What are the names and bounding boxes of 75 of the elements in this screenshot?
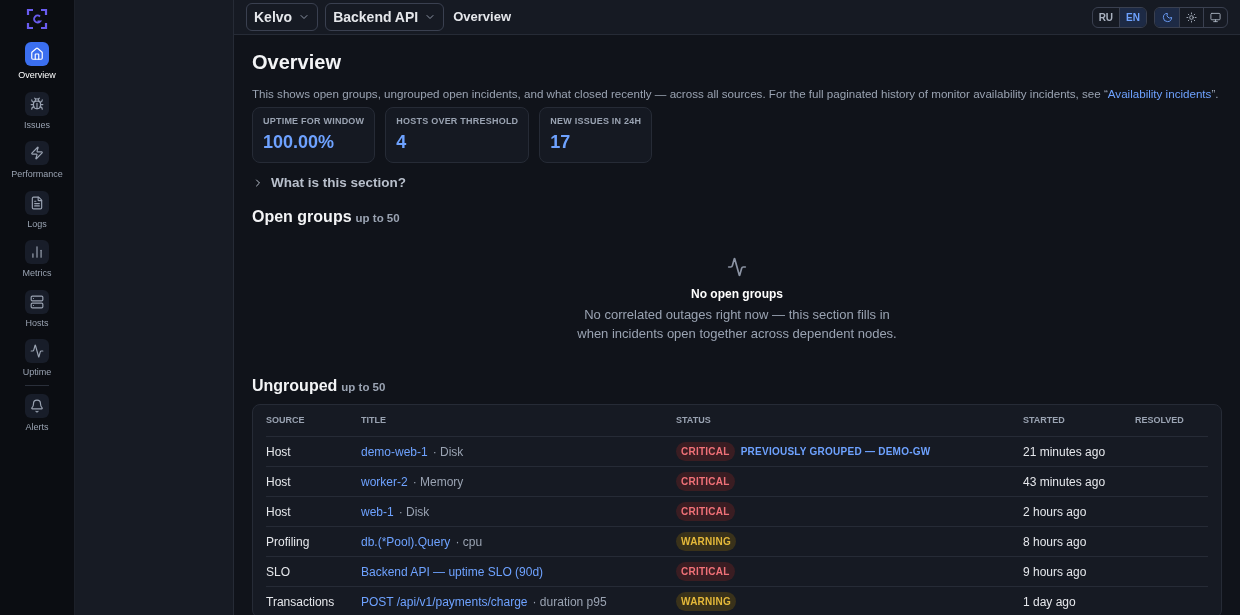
status-badge: WARNING bbox=[676, 592, 737, 612]
table-cell-text: Host bbox=[266, 473, 291, 491]
sidebar-item[interactable]: Metrics bbox=[22, 240, 52, 281]
availability-incidents-link[interactable]: Availability incidents bbox=[1107, 87, 1212, 100]
moon-icon bbox=[1161, 11, 1173, 23]
table-cell-text: Profiling bbox=[266, 533, 310, 551]
section-limit: up to 50 bbox=[341, 380, 386, 396]
section-title: Open groups bbox=[252, 207, 352, 228]
table-cell-text: 1 day ago bbox=[1023, 593, 1076, 611]
status-badge: CRITICAL bbox=[676, 502, 735, 522]
table-cell-text: Host bbox=[266, 503, 291, 521]
status-badge: WARNING bbox=[676, 532, 737, 552]
document-icon bbox=[25, 190, 49, 215]
sidebar-item[interactable]: Performance bbox=[11, 141, 63, 182]
bug-icon bbox=[25, 91, 49, 116]
sidebar-item[interactable]: Overview bbox=[18, 42, 56, 83]
sidebar-item[interactable]: Uptime bbox=[22, 339, 52, 380]
section-limit: up to 50 bbox=[355, 211, 400, 227]
sidebar-item[interactable]: Issues bbox=[24, 91, 50, 132]
status-badge: CRITICAL bbox=[676, 562, 735, 582]
lightning-icon bbox=[25, 141, 49, 165]
section-disclosure[interactable]: What is this section? bbox=[252, 172, 406, 194]
incident-detail: · Disk bbox=[432, 443, 464, 461]
pulse-icon bbox=[727, 257, 747, 278]
table-cell-text: 43 minutes ago bbox=[1023, 473, 1106, 491]
table-cell-text: SLO bbox=[266, 563, 290, 581]
column-header: STARTED bbox=[1023, 413, 1065, 427]
table-cell-text: Transactions bbox=[266, 593, 335, 611]
empty-state-title: No open groups bbox=[691, 286, 783, 304]
column-header: SOURCE bbox=[266, 413, 305, 427]
incident-detail: · Disk bbox=[398, 503, 430, 521]
bar-chart-icon bbox=[25, 240, 49, 264]
logo-icon bbox=[26, 8, 48, 30]
grouping-note: PREVIOUSLY GROUPED — DEMO-GW bbox=[740, 445, 931, 460]
page-title: Overview bbox=[252, 50, 342, 75]
incident-link[interactable]: worker-2 bbox=[361, 472, 408, 491]
theme-option[interactable] bbox=[1155, 7, 1179, 27]
incident-link[interactable]: db.(*Pool).Query bbox=[361, 532, 451, 551]
sun-icon bbox=[1186, 11, 1197, 23]
incident-detail: · duration p95 bbox=[532, 593, 607, 611]
table-cell-text: Host bbox=[266, 443, 291, 461]
org-dropdown[interactable]: Kelvo bbox=[246, 3, 319, 31]
monitor-icon bbox=[1210, 11, 1221, 23]
incident-link[interactable]: POST /api/v1/payments/charge bbox=[361, 592, 528, 611]
stat-card: NEW ISSUES IN 24H 17 bbox=[539, 107, 653, 163]
status-badge: CRITICAL bbox=[676, 472, 735, 492]
incident-link[interactable]: web-1 bbox=[361, 502, 394, 521]
pulse-icon bbox=[25, 339, 49, 363]
breadcrumb: Overview bbox=[453, 8, 512, 27]
incident-detail: · Memory bbox=[412, 473, 464, 491]
stat-card: UPTIME FOR WINDOW 100.00% bbox=[252, 107, 376, 163]
language-option[interactable]: RU bbox=[1092, 7, 1120, 27]
empty-state-text: No correlated outages right now — this section fills in when incidents open together across dependent nodes. bbox=[576, 306, 898, 344]
column-header: TITLE bbox=[361, 413, 386, 427]
table-cell-text: 2 hours ago bbox=[1023, 503, 1087, 521]
stat-card: HOSTS OVER THRESHOLD 4 bbox=[385, 107, 530, 163]
incident-detail: · cpu bbox=[455, 533, 483, 551]
sidebar-item[interactable]: Logs bbox=[25, 190, 49, 231]
table-cell-text: 21 minutes ago bbox=[1023, 443, 1106, 461]
column-header: RESOLVED bbox=[1135, 413, 1184, 427]
home-icon bbox=[25, 42, 49, 66]
server-icon bbox=[25, 289, 49, 314]
project-dropdown[interactable]: Backend API bbox=[325, 3, 445, 31]
language-option[interactable]: EN bbox=[1119, 7, 1146, 27]
table-cell-text: 9 hours ago bbox=[1023, 563, 1087, 581]
section-title: Ungrouped bbox=[252, 376, 338, 397]
sidebar-item[interactable]: Alerts bbox=[25, 393, 49, 434]
sidebar-item[interactable]: Hosts bbox=[25, 289, 49, 330]
page-description: This shows open groups, ungrouped open incidents, and what closed recently — across all sources. For the full paginated history of monitor availability incidents, see “Availability incidents”. bbox=[252, 86, 1220, 102]
status-badge: CRITICAL bbox=[676, 442, 735, 462]
bell-icon bbox=[25, 393, 49, 418]
table-cell-text: 8 hours ago bbox=[1023, 533, 1087, 551]
incident-link[interactable]: Backend API — uptime SLO (90d) bbox=[361, 562, 544, 581]
column-header: STATUS bbox=[676, 413, 711, 427]
incident-link[interactable]: demo-web-1 bbox=[361, 442, 428, 461]
